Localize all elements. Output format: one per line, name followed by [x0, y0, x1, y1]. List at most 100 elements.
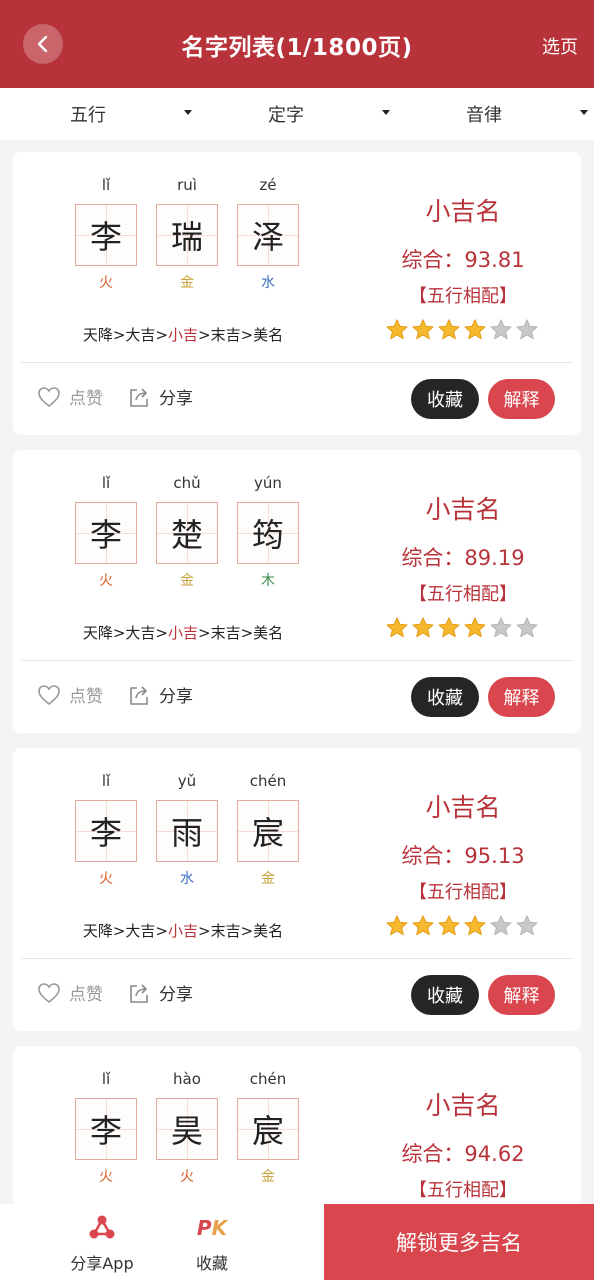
share-icon: [130, 685, 148, 705]
five-element-label: 水: [261, 275, 275, 291]
filter-label: 音律: [466, 105, 502, 126]
path-prefix: 天降>大吉>: [82, 922, 168, 940]
pinyin: zé: [259, 176, 277, 194]
explain-button[interactable]: 解释: [488, 677, 555, 717]
star-rating: [385, 318, 539, 342]
star-filled-icon: [412, 617, 434, 638]
share-label: 分享: [159, 389, 193, 409]
star-filled-icon: [464, 915, 486, 936]
name-card[interactable]: lǐ 李火 ruì 瑞金 zé 泽水天降>大吉>小吉>末吉>美名 小吉名 综合：93.81 【五…: [13, 152, 581, 435]
rating-title: 小吉名: [425, 495, 501, 524]
collect-button[interactable]: 收藏: [411, 677, 479, 717]
unlock-more-button[interactable]: 解锁更多吉名: [324, 1204, 594, 1280]
heart-icon: [38, 982, 60, 1003]
card-divider: [21, 362, 573, 363]
path-suffix: >末吉>美名: [198, 326, 284, 344]
rating-title: 小吉名: [425, 793, 501, 822]
bottom-bar: 分享App PK 收藏 解锁更多吉名: [0, 1204, 594, 1280]
like-button[interactable]: 点赞: [37, 980, 103, 1005]
rating-panel: 小吉名 综合：89.19 【五行相配】: [393, 490, 533, 606]
overall-score: 综合：94.62: [401, 1142, 525, 1166]
five-element-label: 火: [99, 871, 113, 887]
share-app-label: 分享App: [70, 1254, 134, 1273]
character-box: 李: [75, 800, 137, 862]
five-element-label: 金: [261, 871, 275, 887]
favorites-button[interactable]: PK 收藏: [180, 1214, 244, 1274]
five-element-label: 金: [261, 1169, 275, 1185]
name-card[interactable]: lǐ 李火 hào 昊火 chén 宸金 小吉名 综合：94.62 【五行相配】: [13, 1046, 581, 1206]
star-filled-icon: [438, 617, 460, 638]
pinyin: yǔ: [177, 772, 197, 790]
like-button[interactable]: 点赞: [37, 682, 103, 707]
star-empty-icon: [490, 319, 512, 340]
filter-tone[interactable]: 音律: [396, 88, 594, 140]
character-column: hào 昊火: [156, 1068, 218, 1186]
fortune-path: 天降>大吉>小吉>末吉>美名: [13, 920, 353, 941]
like-label: 点赞: [69, 389, 103, 409]
filter-label: 定字: [268, 105, 304, 126]
overall-score: 综合：95.13: [401, 844, 525, 868]
name-characters: lǐ 李火 hào 昊火 chén 宸金: [75, 1068, 305, 1218]
star-empty-icon: [516, 915, 538, 936]
explain-button[interactable]: 解释: [488, 975, 555, 1015]
like-button[interactable]: 点赞: [37, 384, 103, 409]
collect-button[interactable]: 收藏: [411, 379, 479, 419]
character-box: 瑞: [156, 204, 218, 266]
overall-score: 综合：93.81: [401, 248, 525, 272]
rating-title: 小吉名: [425, 1091, 501, 1120]
star-filled-icon: [386, 915, 408, 936]
heart-icon: [38, 684, 60, 705]
pinyin: yún: [254, 474, 282, 492]
select-page-button[interactable]: 选页: [542, 33, 578, 59]
character-column: lǐ 李火: [75, 174, 137, 292]
share-button[interactable]: 分享: [127, 682, 193, 707]
character-box: 李: [75, 502, 137, 564]
filter-fixed-char[interactable]: 定字: [198, 88, 396, 140]
rating-panel: 小吉名 综合：93.81 【五行相配】: [393, 192, 533, 308]
star-filled-icon: [412, 915, 434, 936]
app-header: 名字列表(1/1800页) 选页: [0, 0, 594, 88]
page-title: 名字列表(1/1800页): [181, 35, 413, 61]
like-label: 点赞: [69, 687, 103, 707]
star-rating: [385, 616, 539, 640]
character-box: 昊: [156, 1098, 218, 1160]
rating-title: 小吉名: [425, 197, 501, 226]
share-button[interactable]: 分享: [127, 384, 193, 409]
card-divider: [21, 958, 573, 959]
pinyin: hào: [173, 1070, 201, 1088]
pinyin: lǐ: [101, 176, 111, 194]
share-label: 分享: [159, 687, 193, 707]
favorites-label: 收藏: [195, 1254, 228, 1273]
rating-panel: 小吉名 综合：95.13 【五行相配】: [393, 788, 533, 904]
character-column: chén 宸金: [237, 770, 299, 888]
share-nodes-icon: [89, 1215, 115, 1239]
star-filled-icon: [464, 617, 486, 638]
filter-wuxing[interactable]: 五行: [0, 88, 198, 140]
name-card[interactable]: lǐ 李火 yǔ 雨水 chén 宸金天降>大吉>小吉>末吉>美名 小吉名 综合：95.13 【…: [13, 748, 581, 1031]
share-icon: [130, 983, 148, 1003]
path-highlight: 小吉: [167, 624, 198, 642]
wuxing-match: 【五行相配】: [409, 584, 517, 605]
character-column: lǐ 李火: [75, 770, 137, 888]
character-box: 泽: [237, 204, 299, 266]
character-column: lǐ 李火: [75, 472, 137, 590]
name-card[interactable]: lǐ 李火 chǔ 楚金 yún 筠木天降>大吉>小吉>末吉>美名 小吉名 综合：89.19 【…: [13, 450, 581, 733]
path-suffix: >末吉>美名: [198, 624, 284, 642]
explain-button[interactable]: 解释: [488, 379, 555, 419]
like-label: 点赞: [69, 985, 103, 1005]
fortune-path: 天降>大吉>小吉>末吉>美名: [13, 324, 353, 345]
character-column: chén 宸金: [237, 1068, 299, 1186]
pinyin: chǔ: [173, 474, 201, 492]
star-empty-icon: [490, 617, 512, 638]
share-app-button[interactable]: 分享App: [66, 1214, 138, 1274]
star-empty-icon: [490, 915, 512, 936]
path-prefix: 天降>大吉>: [82, 624, 168, 642]
collect-button[interactable]: 收藏: [411, 975, 479, 1015]
share-button[interactable]: 分享: [127, 980, 193, 1005]
five-element-label: 火: [99, 1169, 113, 1185]
character-box: 楚: [156, 502, 218, 564]
five-element-label: 金: [180, 275, 194, 291]
pinyin: chén: [249, 772, 287, 790]
five-element-label: 火: [99, 275, 113, 291]
path-suffix: >末吉>美名: [198, 922, 284, 940]
